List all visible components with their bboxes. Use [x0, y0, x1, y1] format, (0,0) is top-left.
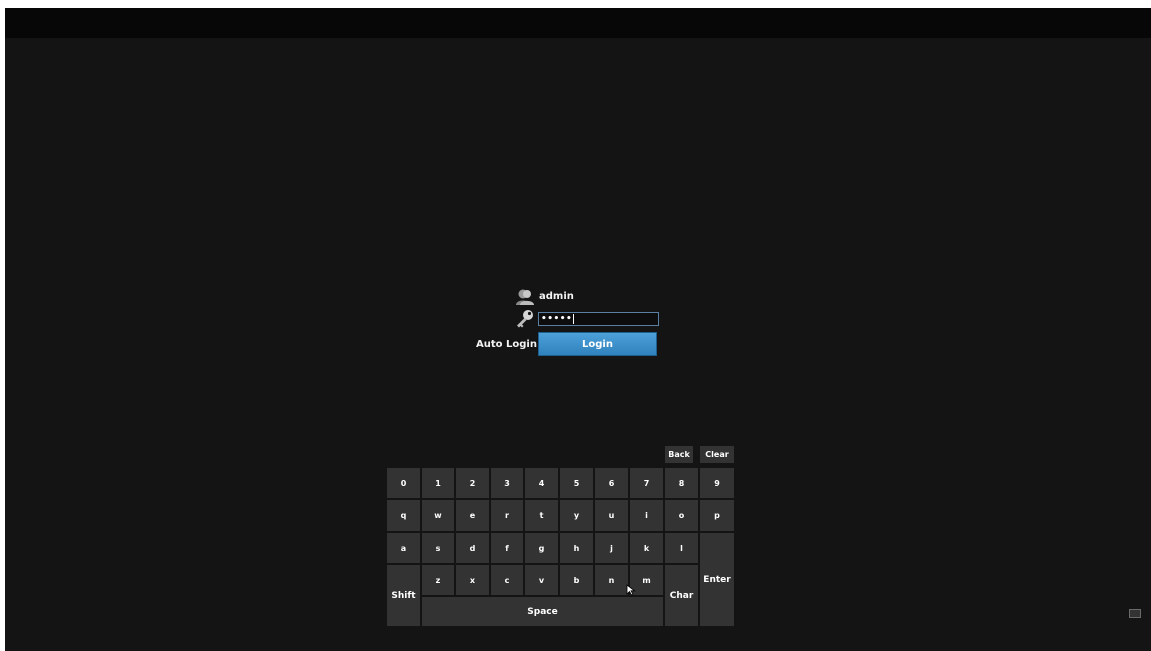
user-icon	[515, 288, 535, 306]
key-5[interactable]: 5	[560, 468, 593, 498]
char-key[interactable]: Char	[665, 565, 698, 626]
login-button[interactable]: Login	[538, 332, 657, 356]
key-n[interactable]: n	[595, 565, 628, 595]
key-t[interactable]: t	[525, 500, 558, 531]
key-c[interactable]: c	[491, 565, 523, 595]
key-x[interactable]: x	[456, 565, 489, 595]
key-v[interactable]: v	[525, 565, 558, 595]
key-i[interactable]: i	[630, 500, 663, 531]
space-key[interactable]: Space	[422, 597, 663, 626]
password-field[interactable]: •••••	[538, 312, 659, 326]
key-b[interactable]: b	[560, 565, 593, 595]
key-3[interactable]: 3	[491, 468, 523, 498]
mouse-pointer-icon	[626, 581, 636, 596]
auto-login-checkbox[interactable]: Auto Login	[476, 339, 537, 351]
key-o[interactable]: o	[665, 500, 698, 531]
key-y[interactable]: y	[560, 500, 593, 531]
key-h[interactable]: h	[560, 533, 593, 563]
username-label: admin	[539, 291, 574, 302]
key-0[interactable]: 0	[387, 468, 420, 498]
key-j[interactable]: j	[595, 533, 628, 563]
key-g[interactable]: g	[525, 533, 558, 563]
login-screen: admin ••••• Auto Login Login Back Clear …	[5, 8, 1151, 651]
clear-key[interactable]: Clear	[700, 446, 734, 463]
key-4[interactable]: 4	[525, 468, 558, 498]
key-e[interactable]: e	[456, 500, 489, 531]
password-mask: •••••	[541, 314, 573, 324]
key-z[interactable]: z	[422, 565, 454, 595]
key-icon	[514, 309, 536, 329]
key-s[interactable]: s	[422, 533, 454, 563]
key-p[interactable]: p	[700, 500, 734, 531]
key-8[interactable]: 8	[665, 468, 698, 498]
key-r[interactable]: r	[491, 500, 523, 531]
key-k[interactable]: k	[630, 533, 663, 563]
enter-key[interactable]: Enter	[700, 533, 734, 626]
key-7[interactable]: 7	[630, 468, 663, 498]
shift-key[interactable]: Shift	[387, 565, 420, 626]
key-9[interactable]: 9	[700, 468, 734, 498]
text-caret	[573, 314, 575, 324]
keyboard-icon[interactable]	[1129, 609, 1141, 618]
key-u[interactable]: u	[595, 500, 628, 531]
top-bar	[5, 8, 1151, 38]
key-q[interactable]: q	[387, 500, 420, 531]
key-6[interactable]: 6	[595, 468, 628, 498]
key-2[interactable]: 2	[456, 468, 489, 498]
back-key[interactable]: Back	[665, 446, 693, 463]
key-w[interactable]: w	[422, 500, 454, 531]
key-a[interactable]: a	[387, 533, 420, 563]
key-d[interactable]: d	[456, 533, 489, 563]
key-l[interactable]: l	[665, 533, 698, 563]
key-f[interactable]: f	[491, 533, 523, 563]
key-1[interactable]: 1	[422, 468, 454, 498]
